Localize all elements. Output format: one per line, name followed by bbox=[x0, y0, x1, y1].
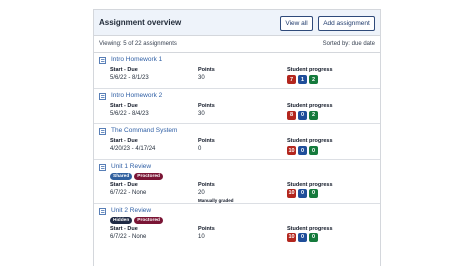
points-value: 30 bbox=[198, 75, 205, 81]
assignment-title-link[interactable]: Intro Homework 2 bbox=[111, 92, 162, 99]
progress-not-started: 10 bbox=[287, 146, 296, 155]
points-note: Manually graded bbox=[198, 197, 234, 203]
student-progress: 7 1 2 bbox=[287, 75, 318, 84]
assignment-item: Intro Homework 2 Start - Due 5/6/22 - 8/… bbox=[94, 89, 380, 124]
assignment-icon bbox=[99, 163, 106, 171]
points-value: 0 bbox=[198, 146, 202, 152]
points-value: 10 bbox=[198, 233, 205, 240]
points-label: Points bbox=[198, 138, 215, 144]
assignment-title-link[interactable]: The Command System bbox=[111, 127, 177, 134]
proctored-badge: Proctored bbox=[134, 216, 163, 224]
assignment-icon bbox=[99, 128, 106, 135]
start-due-label: Start - Due bbox=[110, 67, 138, 73]
start-due-value: 6/7/22 - None bbox=[110, 233, 147, 240]
progress-not-started: 10 bbox=[287, 232, 296, 242]
panel-header: Assignment overview View all Add assignm… bbox=[94, 10, 380, 36]
progress-in-progress: 0 bbox=[298, 188, 307, 198]
start-due-label: Start - Due bbox=[110, 138, 138, 144]
progress-completed: 2 bbox=[309, 110, 318, 120]
student-progress: 8 0 2 bbox=[287, 110, 318, 120]
progress-not-started: 10 bbox=[287, 188, 296, 198]
viewing-count-text: Viewing: 5 of 22 assignments bbox=[99, 41, 177, 47]
student-progress-label: Student progress bbox=[287, 181, 333, 188]
list-summary-bar: Viewing: 5 of 22 assignments Sorted by: … bbox=[94, 36, 380, 53]
student-progress: 10 0 0 bbox=[287, 232, 318, 242]
progress-not-started: 8 bbox=[287, 110, 296, 120]
points-label: Points bbox=[198, 67, 215, 73]
view-all-button[interactable]: View all bbox=[280, 16, 313, 31]
points-label: Points bbox=[198, 225, 215, 232]
assignment-item: Unit 1 Review Shared Proctored Start - D… bbox=[94, 160, 380, 204]
shared-badge: Shared bbox=[110, 172, 133, 180]
progress-in-progress: 1 bbox=[298, 75, 307, 84]
start-due-label: Start - Due bbox=[110, 102, 138, 109]
assignment-item: Intro Homework 1 Start - Due 5/6/22 - 8/… bbox=[94, 53, 380, 89]
assignment-title-link[interactable]: Unit 1 Review bbox=[111, 163, 151, 170]
progress-in-progress: 0 bbox=[298, 146, 307, 155]
assignment-item: Unit 2 Review Hidden Proctored Start - D… bbox=[94, 204, 380, 248]
progress-not-started: 7 bbox=[287, 75, 296, 84]
student-progress-label: Student progress bbox=[287, 138, 333, 144]
progress-in-progress: 0 bbox=[298, 110, 307, 120]
assignment-icon bbox=[99, 207, 106, 215]
proctored-badge: Proctored bbox=[134, 172, 163, 180]
assignment-overview-panel: Assignment overview View all Add assignm… bbox=[93, 9, 381, 266]
add-assignment-button[interactable]: Add assignment bbox=[318, 16, 375, 31]
assignment-tags: Shared Proctored bbox=[110, 172, 163, 180]
assignment-tags: Hidden Proctored bbox=[110, 216, 163, 224]
start-due-value: 5/6/22 - 8/1/23 bbox=[110, 75, 149, 81]
points-value: 30 bbox=[198, 110, 205, 117]
student-progress: 10 0 0 bbox=[287, 146, 318, 155]
start-due-label: Start - Due bbox=[110, 181, 138, 188]
assignment-title-link[interactable]: Intro Homework 1 bbox=[111, 56, 162, 63]
progress-completed: 0 bbox=[309, 188, 318, 198]
points-label: Points bbox=[198, 102, 215, 109]
progress-completed: 0 bbox=[309, 232, 318, 242]
assignment-icon bbox=[99, 92, 106, 100]
panel-title: Assignment overview bbox=[99, 18, 182, 27]
assignment-item: The Command System Start - Due 4/20/23 -… bbox=[94, 124, 380, 160]
start-due-value: 4/20/23 - 4/17/24 bbox=[110, 146, 156, 152]
student-progress-label: Student progress bbox=[287, 67, 333, 73]
start-due-value: 5/6/22 - 8/4/23 bbox=[110, 110, 149, 117]
hidden-badge: Hidden bbox=[110, 216, 133, 224]
student-progress-label: Student progress bbox=[287, 102, 333, 109]
student-progress-label: Student progress bbox=[287, 225, 333, 232]
assignment-title-link[interactable]: Unit 2 Review bbox=[111, 207, 151, 214]
points-value: 20 bbox=[198, 189, 205, 196]
start-due-label: Start - Due bbox=[110, 225, 138, 232]
progress-completed: 2 bbox=[309, 75, 318, 84]
points-label: Points bbox=[198, 181, 215, 188]
start-due-value: 6/7/22 - None bbox=[110, 189, 147, 196]
student-progress: 10 0 0 bbox=[287, 188, 318, 198]
assignment-icon bbox=[99, 57, 106, 64]
progress-completed: 0 bbox=[309, 146, 318, 155]
progress-in-progress: 0 bbox=[298, 232, 307, 242]
sort-indicator[interactable]: Sorted by: due date bbox=[323, 41, 375, 47]
